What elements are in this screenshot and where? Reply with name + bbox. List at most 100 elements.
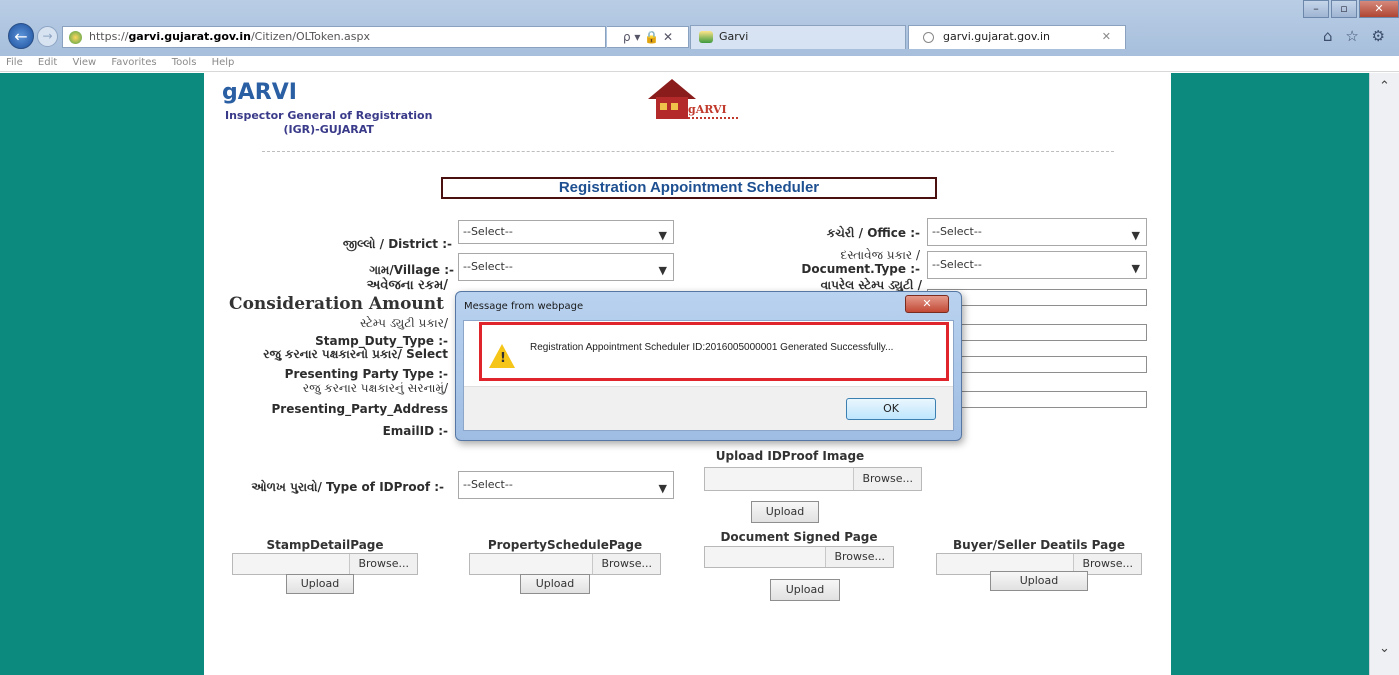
idproof-select-value: --Select--: [463, 478, 513, 491]
dialog-footer: OK: [464, 386, 953, 430]
doctype-select[interactable]: --Select-- ▼: [927, 251, 1147, 279]
chevron-down-icon: ▼: [658, 264, 667, 277]
dialog-close-button[interactable]: ✕: [905, 295, 949, 313]
ok-button[interactable]: OK: [846, 398, 936, 420]
idproof-upload-button[interactable]: Upload: [751, 501, 819, 523]
chevron-down-icon: ▼: [1131, 262, 1140, 275]
menu-help[interactable]: Help: [212, 57, 235, 68]
village-select-value: --Select--: [463, 260, 513, 273]
party-address-label: Presenting_Party_Address: [271, 402, 448, 416]
url-path: /Citizen/OLToken.aspx: [250, 30, 371, 43]
maximize-button[interactable]: ▫: [1331, 0, 1357, 18]
logo-window: [671, 103, 678, 110]
doctype-label-english: Document.Type :-: [801, 262, 920, 276]
property-schedule-browse-button[interactable]: Browse...: [592, 554, 660, 574]
right-panel: [1171, 73, 1369, 675]
menu-view[interactable]: View: [72, 57, 96, 68]
stamp-detail-file-input[interactable]: Browse...: [232, 553, 418, 575]
menu-edit[interactable]: Edit: [38, 57, 57, 68]
header-divider: [262, 151, 1114, 152]
logo-text: gARVI: [688, 103, 727, 116]
stamp-detail-page-heading: StampDetailPage: [266, 538, 384, 552]
browser-chrome: – ▫ ✕ ← → https://garvi.gujarat.gov.in/C…: [0, 0, 1399, 56]
document-signed-page-heading: Document Signed Page: [720, 530, 878, 544]
tab-label: Garvi: [719, 30, 749, 43]
idproof-label: ઓળખ પુરાવો/ Type of IDProof :-: [251, 480, 444, 494]
url-scheme: https://: [89, 30, 129, 43]
stamp-value-label-gujarati: વાપરેલ સ્ટેમ્પ ડ્યુટી /: [820, 278, 922, 292]
scroll-down-icon[interactable]: ⌄: [1379, 641, 1390, 656]
address-bar[interactable]: https://garvi.gujarat.gov.in/Citizen/OLT…: [62, 26, 606, 48]
chevron-down-icon: ▼: [658, 229, 667, 242]
idproof-browse-button[interactable]: Browse...: [853, 468, 921, 490]
property-schedule-upload-button[interactable]: Upload: [520, 574, 590, 594]
tab-favicon-icon: [699, 31, 713, 43]
brand-subtitle: Inspector General of Registration (IGR)-…: [225, 109, 432, 137]
doctype-label-gujarati: દસ્તાવેજ પ્રકાર /: [840, 248, 920, 262]
office-label: કચેરી / Office :-: [826, 226, 920, 240]
loading-icon: [923, 32, 934, 43]
dialog-title: Message from webpage: [464, 301, 584, 312]
stamp-detail-browse-button[interactable]: Browse...: [349, 554, 417, 574]
email-label: EmailID :-: [382, 424, 448, 438]
left-panel: [0, 73, 204, 675]
brand-subtitle-line2: (IGR)-GUJARAT: [283, 123, 374, 136]
doctype-label: દસ્તાવેજ પ્રકાર / Document.Type :-: [740, 248, 920, 276]
menu-tools[interactable]: Tools: [172, 57, 197, 68]
menu-file[interactable]: File: [6, 57, 23, 68]
buyer-seller-page-heading: Buyer/Seller Deatils Page: [953, 538, 1125, 552]
district-select[interactable]: --Select-- ▼: [458, 220, 674, 244]
party-address-label-gujarati: રજુ કરનાર પક્ષકારનું સરનામું/: [302, 381, 448, 395]
document-signed-browse-button[interactable]: Browse...: [825, 547, 893, 567]
party-type-label-gujarati: રજુ કરનાર પક્ષકારનો પ્રકાર/ Select: [263, 347, 448, 361]
tab-garvi-site[interactable]: garvi.gujarat.gov.in ✕: [908, 25, 1126, 49]
brand-subtitle-line1: Inspector General of Registration: [225, 109, 433, 122]
buyer-seller-upload-button[interactable]: Upload: [990, 571, 1088, 591]
page-title: Registration Appointment Scheduler: [441, 177, 937, 199]
property-schedule-page-heading: PropertySchedulePage: [487, 538, 643, 552]
document-signed-file-input[interactable]: Browse...: [704, 546, 894, 568]
district-label: જીલ્લો / District :-: [342, 237, 452, 251]
toolbar-icons[interactable]: ⌂ ☆ ⚙: [1323, 27, 1389, 45]
office-select-value: --Select--: [932, 225, 982, 238]
chevron-down-icon: ▼: [658, 482, 667, 495]
stamp-type-label: Stamp_Duty_Type :-: [315, 334, 448, 348]
idproof-select[interactable]: --Select-- ▼: [458, 471, 674, 499]
brand-title: gARVI: [222, 80, 297, 105]
stamp-type-label-gujarati: સ્ટેમ્પ ડ્યુટી પ્રકાર/: [360, 316, 448, 330]
tab-label: garvi.gujarat.gov.in: [943, 30, 1051, 43]
logo-window: [660, 103, 667, 110]
site-favicon-icon: [69, 31, 82, 44]
close-window-button[interactable]: ✕: [1359, 0, 1399, 18]
stamp-detail-upload-button[interactable]: Upload: [286, 574, 354, 594]
idproof-file-input[interactable]: Browse...: [704, 467, 922, 491]
address-controls[interactable]: ρ ▾ 🔒 ✕: [607, 26, 689, 48]
village-label: ગામ/Village :-: [369, 263, 454, 277]
chevron-down-icon: ▼: [1131, 229, 1140, 242]
document-signed-upload-button[interactable]: Upload: [770, 579, 840, 601]
message-highlight-box: [479, 322, 949, 381]
tab-garvi[interactable]: Garvi: [690, 25, 906, 49]
tab-close-icon[interactable]: ✕: [1102, 26, 1111, 48]
logo-underline: [688, 117, 738, 119]
consideration-label-gujarati: અવેજના રકમ/: [366, 278, 448, 293]
url-host: garvi.gujarat.gov.in: [128, 30, 251, 43]
logo-roof: [648, 79, 696, 99]
menu-bar: File Edit View Favorites Tools Help: [0, 56, 1399, 72]
upload-idproof-heading: Upload IDProof Image: [715, 449, 865, 463]
consideration-label: Consideration Amount: [229, 294, 444, 314]
village-select[interactable]: --Select-- ▼: [458, 253, 674, 281]
office-select[interactable]: --Select-- ▼: [927, 218, 1147, 246]
window-controls: – ▫ ✕: [1301, 0, 1399, 20]
menu-favorites[interactable]: Favorites: [111, 57, 156, 68]
party-type-label: Presenting Party Type :-: [284, 367, 448, 381]
forward-button[interactable]: →: [37, 26, 58, 47]
doctype-select-value: --Select--: [932, 258, 982, 271]
vertical-scrollbar[interactable]: ⌃ ⌄: [1369, 73, 1399, 675]
scroll-up-icon[interactable]: ⌃: [1379, 79, 1390, 94]
garvi-logo: gARVI: [648, 79, 768, 125]
back-button[interactable]: ←: [8, 23, 34, 49]
minimize-button[interactable]: –: [1303, 0, 1329, 18]
district-select-value: --Select--: [463, 225, 513, 238]
property-schedule-file-input[interactable]: Browse...: [469, 553, 661, 575]
